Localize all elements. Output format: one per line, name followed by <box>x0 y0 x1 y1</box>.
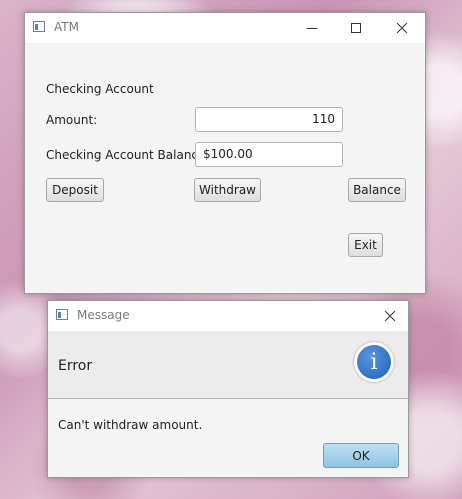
app-icon <box>33 21 45 32</box>
message-text: Can't withdraw amount. <box>58 418 203 432</box>
minimize-icon[interactable] <box>289 13 335 43</box>
info-icon: i <box>354 342 394 382</box>
deposit-button[interactable]: Deposit <box>46 178 104 202</box>
ok-button[interactable]: OK <box>323 443 399 468</box>
exit-button[interactable]: Exit <box>348 233 383 257</box>
app-icon <box>56 309 68 320</box>
balance-label: Checking Account Balance: <box>46 148 210 162</box>
message-titlebar[interactable]: Message <box>48 301 408 331</box>
message-header-area: Error i <box>48 331 408 399</box>
amount-label: Amount: <box>46 113 98 127</box>
info-glyph: i <box>357 345 391 379</box>
atm-window: ATM Checking Account Amount: 110 Checkin… <box>24 12 426 294</box>
message-header: Error <box>58 358 93 374</box>
maximize-icon[interactable] <box>333 13 379 43</box>
account-heading: Checking Account <box>46 82 154 96</box>
message-dialog-title: Message <box>77 308 130 322</box>
message-dialog: Message Error i Can't withdraw amount. O… <box>47 300 409 478</box>
atm-window-title: ATM <box>54 20 79 34</box>
balance-field[interactable]: $100.00 <box>195 142 343 167</box>
amount-input[interactable]: 110 <box>195 107 343 132</box>
atm-titlebar[interactable]: ATM <box>25 13 425 43</box>
close-icon[interactable] <box>370 301 410 331</box>
balance-button[interactable]: Balance <box>348 178 406 202</box>
close-icon[interactable] <box>379 13 425 43</box>
withdraw-button[interactable]: Withdraw <box>194 178 261 202</box>
